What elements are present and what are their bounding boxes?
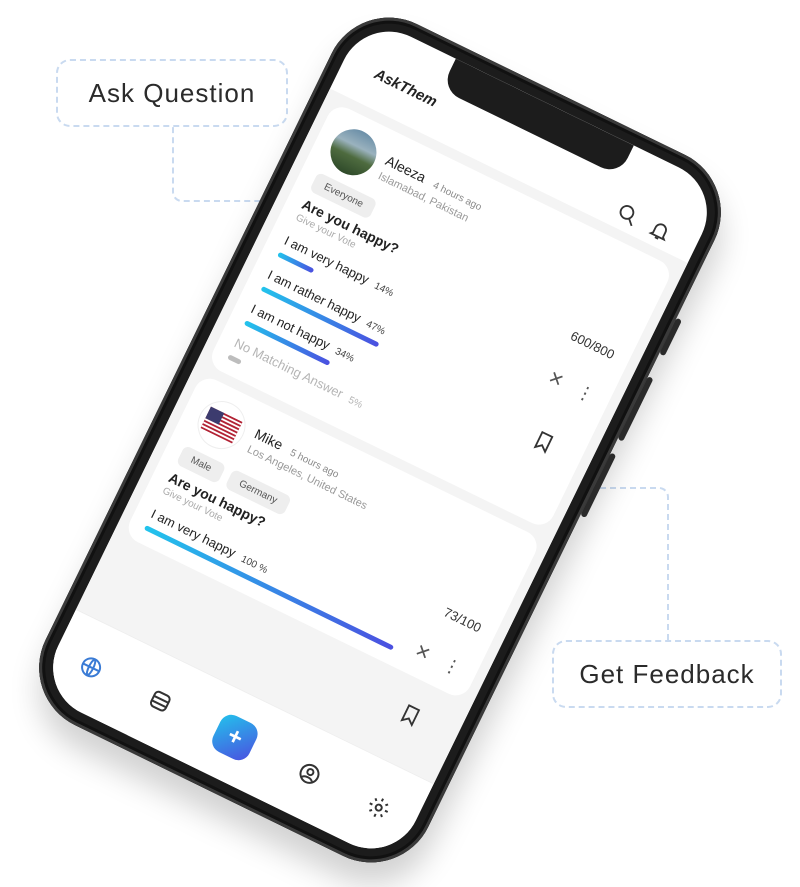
option-percent: 47% bbox=[364, 318, 387, 338]
add-icon[interactable]: + bbox=[208, 710, 262, 765]
settings-icon[interactable] bbox=[360, 789, 397, 826]
avatar[interactable] bbox=[189, 392, 254, 458]
profile-icon[interactable] bbox=[291, 755, 328, 792]
card-actions: ✕ ⋮ bbox=[517, 367, 598, 463]
database-icon[interactable] bbox=[141, 682, 178, 719]
more-vertical-icon[interactable]: ⋮ bbox=[572, 380, 598, 407]
close-icon[interactable]: ✕ bbox=[411, 640, 434, 665]
get-feedback-label: Get Feedback bbox=[579, 658, 755, 689]
card-action-row: ✕ ⋮ bbox=[544, 367, 598, 407]
globe-icon[interactable] bbox=[72, 648, 109, 685]
bookmark-icon[interactable] bbox=[396, 701, 425, 730]
option-percent: 14% bbox=[372, 280, 396, 300]
option-bar bbox=[227, 354, 242, 365]
bell-icon[interactable] bbox=[645, 216, 674, 245]
us-flag-icon bbox=[200, 406, 243, 444]
app-title: AskThem bbox=[371, 65, 440, 111]
option-percent: 5% bbox=[346, 394, 365, 411]
phone-frame: AskThem Aleeza 4 hours ago Islamabad, Pa… bbox=[17, 0, 743, 884]
get-feedback-callout: Get Feedback bbox=[552, 640, 782, 708]
avatar[interactable] bbox=[322, 121, 385, 183]
close-icon[interactable]: ✕ bbox=[544, 367, 567, 392]
card-action-row: ✕ ⋮ bbox=[411, 640, 465, 681]
option-percent: 34% bbox=[333, 346, 356, 365]
ask-question-label: Ask Question bbox=[88, 77, 256, 108]
bookmark-icon[interactable] bbox=[529, 427, 558, 456]
search-icon[interactable] bbox=[613, 200, 642, 229]
phone-side-button bbox=[659, 317, 683, 357]
ask-question-callout: Ask Question bbox=[56, 59, 288, 127]
more-vertical-icon[interactable]: ⋮ bbox=[439, 654, 465, 681]
card-actions: ✕ ⋮ bbox=[384, 640, 465, 736]
